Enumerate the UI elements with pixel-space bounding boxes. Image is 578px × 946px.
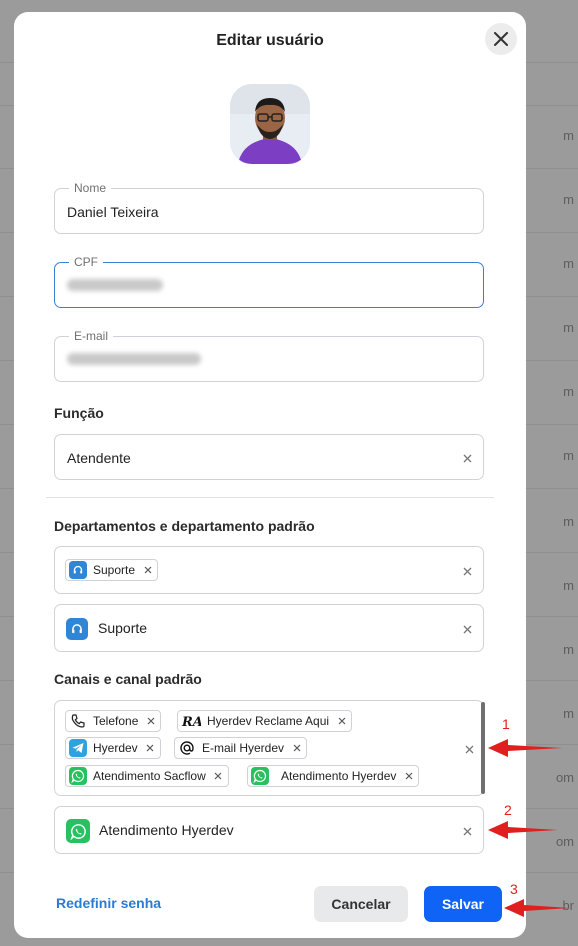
name-field[interactable]: Nome Daniel Teixeira [54, 180, 484, 234]
bg-cell-text: m [563, 448, 574, 463]
channel-chip-atendimento-hyerdev: Atendimento Hyerdev [247, 765, 420, 787]
role-clear-button[interactable] [461, 452, 473, 464]
reset-password-link[interactable]: Redefinir senha [56, 895, 161, 911]
role-value: Atendente [67, 450, 131, 466]
annotation-number: 3 [510, 881, 518, 897]
email-label: E-mail [69, 328, 114, 344]
bg-cell-text: m [563, 706, 574, 721]
close-icon [338, 717, 345, 725]
close-icon [146, 744, 154, 752]
cpf-label: CPF [69, 254, 103, 270]
close-icon [293, 744, 300, 752]
cpf-field[interactable]: CPF [54, 254, 484, 308]
email-field[interactable]: E-mail [54, 328, 484, 382]
departments-multiselect[interactable]: Suporte [54, 546, 484, 594]
close-icon [147, 717, 155, 725]
channels-multiselect[interactable]: Telefone RA Hyerdev Reclame Aqui Hyerdev [54, 700, 484, 796]
channel-chip-reclame-aqui: RA Hyerdev Reclame Aqui [177, 710, 353, 732]
close-icon [463, 567, 471, 575]
channel-chip-remove[interactable] [214, 772, 223, 781]
department-chip-label: Suporte [93, 563, 136, 577]
divider [46, 497, 494, 498]
annotation-arrow-icon [504, 899, 570, 917]
annotation-number: 1 [502, 716, 510, 732]
department-chip-remove[interactable] [143, 566, 152, 575]
bg-cell-text: m [563, 192, 574, 207]
whatsapp-icon [251, 767, 269, 785]
cpf-value-redacted [67, 279, 163, 291]
role-select[interactable]: Atendente [54, 434, 484, 480]
bg-cell-text: om [555, 770, 574, 785]
name-value: Daniel Teixeira [67, 204, 159, 220]
channel-chip-label: Hyerdev Reclame Aqui [207, 714, 330, 728]
bg-cell-text: m [563, 642, 574, 657]
user-photo [230, 84, 310, 164]
bg-cell-text: m [563, 256, 574, 271]
channel-chip-email-hyerdev: E-mail Hyerdev [174, 737, 308, 759]
channel-chip-label: Telefone [93, 714, 139, 728]
default-department-clear-button[interactable] [461, 623, 473, 635]
channel-chip-remove[interactable] [292, 744, 301, 753]
annotation-arrow-icon [488, 739, 562, 757]
cancel-button[interactable]: Cancelar [314, 886, 408, 922]
channel-chip-remove[interactable] [146, 717, 155, 726]
close-icon [494, 32, 508, 46]
departments-clear-button[interactable] [461, 565, 473, 577]
bg-cell-text: m [563, 514, 574, 529]
channel-chip-telefone: Telefone [65, 710, 162, 732]
bg-cell-text: m [563, 128, 574, 143]
headset-icon [66, 618, 88, 640]
avatar[interactable] [230, 84, 310, 164]
whatsapp-icon [66, 819, 90, 843]
whatsapp-icon [69, 767, 87, 785]
channels-clear-button[interactable] [463, 743, 475, 755]
name-label: Nome [69, 180, 112, 196]
phone-icon [69, 712, 87, 730]
channel-chip-hyerdev: Hyerdev [65, 737, 161, 759]
telegram-icon [69, 739, 87, 757]
at-sign-icon [178, 739, 196, 757]
close-icon [463, 625, 471, 633]
department-chip: Suporte [65, 559, 159, 581]
close-icon [465, 745, 473, 753]
default-channel-select[interactable]: Atendimento Hyerdev [54, 806, 484, 854]
channel-chip-remove[interactable] [337, 717, 346, 726]
channel-chip-label: Atendimento Sacflow [93, 769, 206, 783]
default-channel-value: Atendimento Hyerdev [99, 822, 234, 838]
edit-user-modal: Editar usuário Nome Daniel Teixeira CPF … [14, 12, 526, 938]
channel-chip-label: Hyerdev [93, 741, 138, 755]
role-section-label: Função [54, 405, 104, 421]
save-button[interactable]: Salvar [424, 886, 502, 922]
close-icon [463, 827, 471, 835]
close-button[interactable] [485, 23, 517, 55]
channel-chip-label: E-mail Hyerdev [202, 741, 285, 755]
reclame-aqui-icon: RA [181, 712, 201, 730]
default-department-value: Suporte [98, 620, 148, 636]
svg-text:RA: RA [181, 715, 201, 729]
channels-section-label: Canais e canal padrão [54, 671, 202, 687]
close-icon [405, 772, 413, 780]
close-icon [463, 454, 471, 462]
channel-chip-label: Atendimento Hyerdev [281, 769, 397, 783]
departments-section-label: Departamentos e departamento padrão [54, 518, 315, 534]
modal-title: Editar usuário [216, 32, 324, 49]
bg-cell-text: m [563, 320, 574, 335]
channel-chip-remove[interactable] [146, 744, 155, 753]
channel-chip-atendimento-sacflow: Atendimento Sacflow [65, 765, 229, 787]
headset-icon [69, 561, 87, 579]
channels-scrollbar[interactable] [481, 702, 485, 794]
email-value-redacted [67, 353, 201, 365]
bg-cell-text: m [563, 384, 574, 399]
bg-cell-text: m [563, 578, 574, 593]
default-channel-clear-button[interactable] [461, 825, 473, 837]
annotation-number: 2 [504, 802, 512, 818]
close-icon [214, 772, 222, 780]
channel-chip-remove[interactable] [404, 772, 413, 781]
close-icon [144, 566, 151, 574]
annotation-arrow-icon [488, 821, 558, 839]
default-department-select[interactable]: Suporte [54, 604, 484, 652]
